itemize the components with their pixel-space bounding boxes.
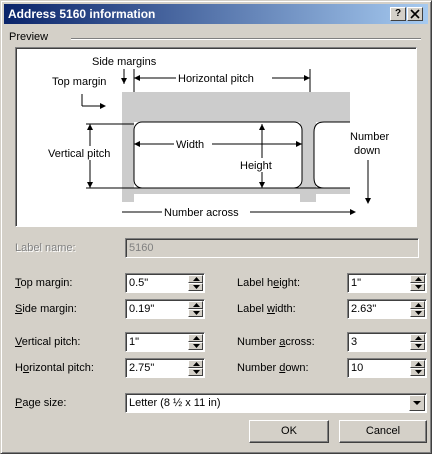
vertical-pitch-value: 1" bbox=[129, 336, 140, 348]
spin-up-button[interactable] bbox=[188, 275, 203, 283]
side-margin-label: Side margin: bbox=[15, 303, 77, 315]
page-size-value: Letter (8 ½ x 11 in) bbox=[129, 397, 221, 409]
horizontal-pitch-value: 2.75" bbox=[129, 362, 155, 374]
label-box-1 bbox=[133, 121, 303, 189]
number-down-input[interactable]: 10 bbox=[347, 358, 427, 378]
top-margin-arrow bbox=[100, 103, 106, 109]
label-height-label: Label height: bbox=[237, 277, 301, 289]
down-arrow-icon bbox=[415, 344, 422, 348]
label-width-input[interactable]: 2.63" bbox=[347, 299, 427, 319]
number-across-input[interactable]: 3 bbox=[347, 332, 427, 352]
spin-down-button[interactable] bbox=[188, 342, 203, 350]
label-width-value: 2.63" bbox=[351, 303, 377, 315]
height-text: Height bbox=[240, 160, 272, 172]
down-arrow-icon bbox=[193, 285, 200, 289]
chevron-down-icon bbox=[413, 401, 421, 405]
spin-down-button[interactable] bbox=[410, 283, 425, 291]
horizontal-pitch-text: Horizontal pitch bbox=[178, 73, 254, 85]
number-across-value: 3 bbox=[351, 336, 358, 348]
label-height-value: 1" bbox=[351, 277, 362, 289]
spin-up-button[interactable] bbox=[188, 334, 203, 342]
label-height-spinner[interactable] bbox=[410, 275, 425, 291]
side-margins-text: Side margins bbox=[92, 56, 157, 68]
preview-group-line bbox=[71, 38, 421, 40]
page-top-band bbox=[122, 92, 350, 122]
down-arrow-icon bbox=[415, 285, 422, 289]
help-button[interactable]: ? bbox=[390, 7, 406, 21]
label-box-2 bbox=[313, 121, 350, 189]
top-margin-value: 0.5" bbox=[129, 277, 149, 289]
page-size-select[interactable]: Letter (8 ½ x 11 in) bbox=[125, 393, 427, 413]
vertical-pitch-text: Vertical pitch bbox=[48, 148, 110, 160]
spin-up-button[interactable] bbox=[410, 275, 425, 283]
label-preview: Side margins Horizontal pitch Top margin bbox=[15, 47, 417, 227]
side-margin-input[interactable]: 0.19" bbox=[125, 299, 205, 319]
side-margin-value: 0.19" bbox=[129, 303, 155, 315]
label-width-spinner[interactable] bbox=[410, 301, 425, 317]
side-margins-arrow bbox=[121, 78, 127, 84]
label-name-value: 5160 bbox=[129, 242, 154, 254]
page-size-label: Page size: bbox=[15, 397, 67, 409]
title-bar[interactable]: Address 5160 information ? bbox=[4, 4, 428, 24]
spin-down-button[interactable] bbox=[410, 342, 425, 350]
cancel-button[interactable]: Cancel bbox=[339, 420, 427, 443]
up-arrow-icon bbox=[415, 303, 422, 307]
close-button[interactable] bbox=[407, 7, 423, 21]
preview-group-label: Preview bbox=[9, 31, 53, 43]
number-down-label: Number down: bbox=[237, 362, 309, 374]
window-title: Address 5160 information bbox=[8, 7, 156, 21]
vertical-pitch-input[interactable]: 1" bbox=[125, 332, 205, 352]
down-arrow-icon bbox=[193, 311, 200, 315]
number-across-label: Number across: bbox=[237, 336, 315, 348]
number-across-text: Number across bbox=[164, 207, 239, 219]
vertical-pitch-label: Vertical pitch: bbox=[15, 336, 81, 348]
label-row-band bbox=[134, 188, 350, 194]
spin-up-button[interactable] bbox=[188, 360, 203, 368]
number-down-spinner[interactable] bbox=[410, 360, 425, 376]
up-arrow-icon bbox=[415, 277, 422, 281]
label-height-input[interactable]: 1" bbox=[347, 273, 427, 293]
horizontal-pitch-input[interactable]: 2.75" bbox=[125, 358, 205, 378]
horizontal-pitch-label: Horizontal pitch: bbox=[15, 362, 94, 374]
number-down-text-1: Number bbox=[350, 131, 389, 143]
up-arrow-icon bbox=[193, 336, 200, 340]
top-margin-input[interactable]: 0.5" bbox=[125, 273, 205, 293]
label-name-field: 5160 bbox=[125, 238, 419, 258]
spin-up-button[interactable] bbox=[410, 301, 425, 309]
number-down-value: 10 bbox=[351, 362, 364, 374]
down-arrow-icon bbox=[193, 344, 200, 348]
down-arrow-icon bbox=[415, 370, 422, 374]
up-arrow-icon bbox=[415, 362, 422, 366]
close-icon bbox=[410, 9, 420, 19]
spin-down-button[interactable] bbox=[188, 283, 203, 291]
spin-down-button[interactable] bbox=[188, 309, 203, 317]
label-name-label: Label name: bbox=[15, 242, 76, 254]
up-arrow-icon bbox=[193, 362, 200, 366]
dialog-window: Address 5160 information ? Preview Side … bbox=[0, 0, 432, 454]
top-margin-text: Top margin bbox=[52, 76, 106, 88]
spin-down-button[interactable] bbox=[188, 368, 203, 376]
number-across-spinner[interactable] bbox=[410, 334, 425, 350]
page-left-band bbox=[122, 92, 134, 202]
up-arrow-icon bbox=[193, 277, 200, 281]
vertical-pitch-spinner[interactable] bbox=[188, 334, 203, 350]
up-arrow-icon bbox=[193, 303, 200, 307]
label-width-label: Label width: bbox=[237, 303, 296, 315]
side-margin-spinner[interactable] bbox=[188, 301, 203, 317]
top-margin-label: Top margin: bbox=[15, 277, 73, 289]
horizontal-pitch-spinner[interactable] bbox=[188, 360, 203, 376]
top-margin-spinner[interactable] bbox=[188, 275, 203, 291]
number-down-text-2: down bbox=[354, 145, 380, 157]
spin-up-button[interactable] bbox=[410, 360, 425, 368]
width-text: Width bbox=[176, 139, 204, 151]
ok-button[interactable]: OK bbox=[249, 420, 329, 443]
spin-down-button[interactable] bbox=[410, 309, 425, 317]
page-size-dropdown-button[interactable] bbox=[409, 395, 425, 411]
spin-down-button[interactable] bbox=[410, 368, 425, 376]
down-arrow-icon bbox=[415, 311, 422, 315]
spin-up-button[interactable] bbox=[410, 334, 425, 342]
spin-up-button[interactable] bbox=[188, 301, 203, 309]
up-arrow-icon bbox=[415, 336, 422, 340]
down-arrow-icon bbox=[193, 370, 200, 374]
